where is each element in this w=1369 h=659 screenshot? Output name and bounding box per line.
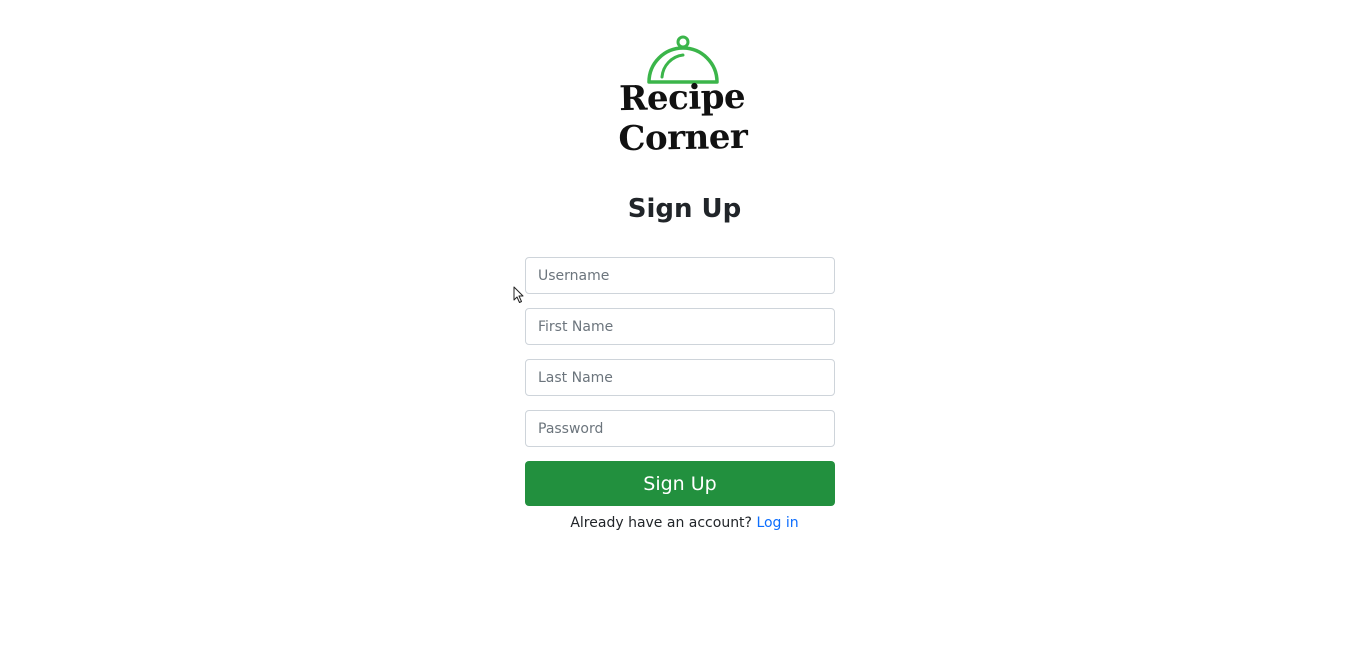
login-link[interactable]: Log in (756, 515, 798, 531)
first-name-input[interactable] (525, 308, 835, 345)
signup-page: Recipe Corner Sign Up Sign Up Already ha… (0, 0, 1369, 659)
login-prompt-text: Already have an account? (570, 515, 752, 531)
password-input[interactable] (525, 410, 835, 447)
brand-logo: Recipe Corner (550, 30, 815, 159)
signup-form: Sign Up (525, 257, 835, 506)
last-name-input[interactable] (525, 359, 835, 396)
sign-up-button[interactable]: Sign Up (525, 461, 835, 506)
page-title: Sign Up (627, 194, 742, 224)
brand-name: Recipe Corner (618, 76, 748, 160)
username-input[interactable] (525, 257, 835, 294)
mouse-cursor-icon (513, 286, 524, 303)
login-prompt: Already have an account? Log in (0, 513, 1369, 533)
